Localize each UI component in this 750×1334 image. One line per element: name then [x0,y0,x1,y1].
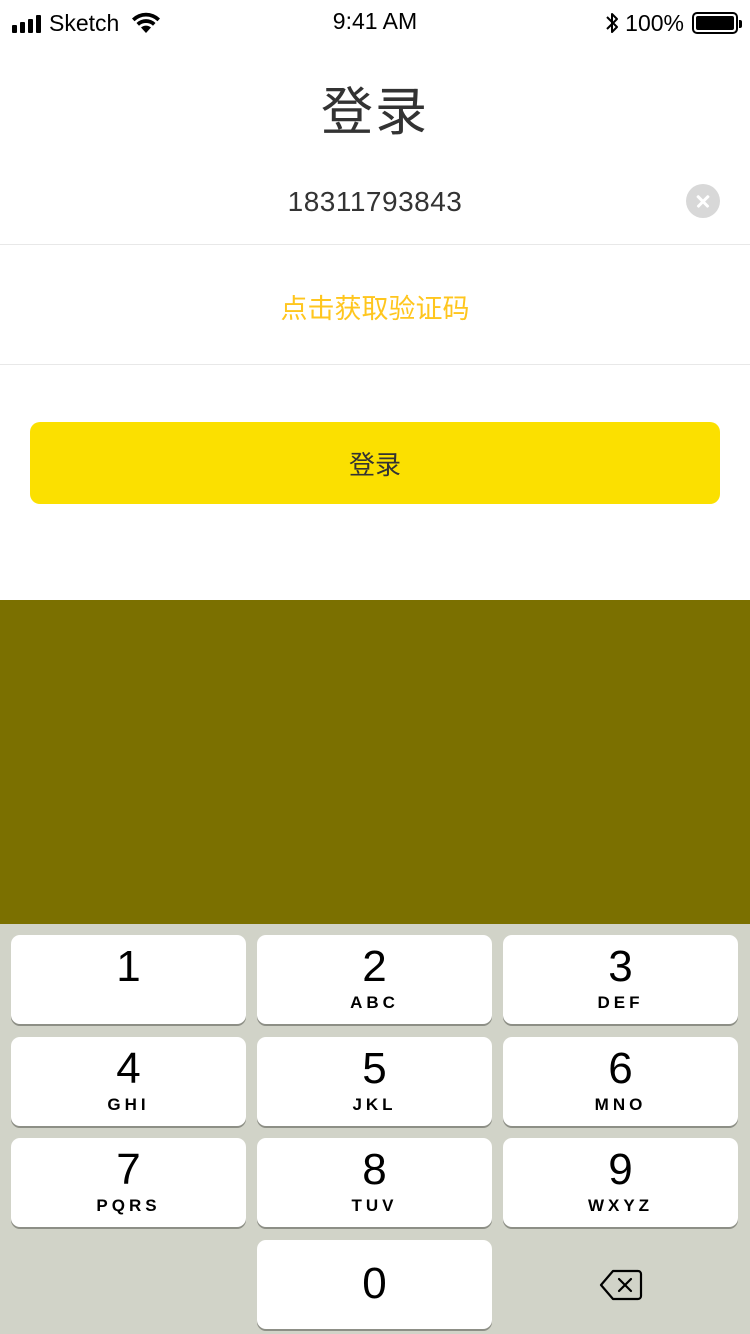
numeric-keypad: 1 2 ABC 3 DEF 4 GHI 5 JKL 6 MNO 7 PQRS 8… [0,924,750,1334]
key-number: 3 [608,942,633,991]
key-1[interactable]: 1 [11,935,246,1024]
battery-icon [692,12,742,34]
backspace-icon [599,1269,642,1300]
key-number: 2 [362,942,387,991]
phone-input-row[interactable]: 18311793843 [0,160,750,245]
login-button[interactable]: 登录 [30,422,720,504]
status-bar: Sketch 9:41 AM 100% [0,0,750,44]
key-number: 5 [362,1044,387,1093]
key-3[interactable]: 3 DEF [503,935,738,1024]
key-number: 0 [362,1259,387,1308]
phone-input[interactable]: 18311793843 [0,186,750,218]
key-letters: WXYZ [587,1196,654,1215]
bluetooth-icon [606,13,619,33]
key-number: 9 [608,1145,633,1194]
key-8[interactable]: 8 TUV [257,1138,492,1227]
page-title: 登录 [320,84,429,142]
key-9[interactable]: 9 WXYZ [503,1138,738,1227]
key-number: 6 [608,1044,633,1093]
key-5[interactable]: 5 JKL [257,1037,492,1126]
key-letters: JKL [352,1095,397,1114]
battery-percentage: 100% [625,9,684,36]
clear-input-icon[interactable] [686,184,720,218]
get-code-link[interactable]: 点击获取验证码 [0,287,750,326]
status-right: 100% [605,8,742,38]
key-letters: MNO [594,1095,647,1114]
key-letters: PQRS [96,1196,161,1215]
key-number: 1 [116,942,141,991]
key-number: 4 [116,1044,141,1093]
key-letters: ABC [350,993,399,1012]
dim-overlay [0,600,750,924]
key-6[interactable]: 6 MNO [503,1037,738,1126]
key-0[interactable]: 0 [257,1240,492,1329]
key-4[interactable]: 4 GHI [11,1037,246,1126]
delete-key[interactable] [503,1240,738,1329]
key-7[interactable]: 7 PQRS [11,1138,246,1227]
key-number: 8 [362,1145,387,1194]
key-2[interactable]: 2 ABC [257,935,492,1024]
key-number: 7 [116,1145,141,1194]
verification-code-row: 点击获取验证码 [0,245,750,365]
key-letters: TUV [351,1196,398,1215]
key-letters: GHI [107,1095,150,1114]
key-letters: DEF [597,993,644,1012]
